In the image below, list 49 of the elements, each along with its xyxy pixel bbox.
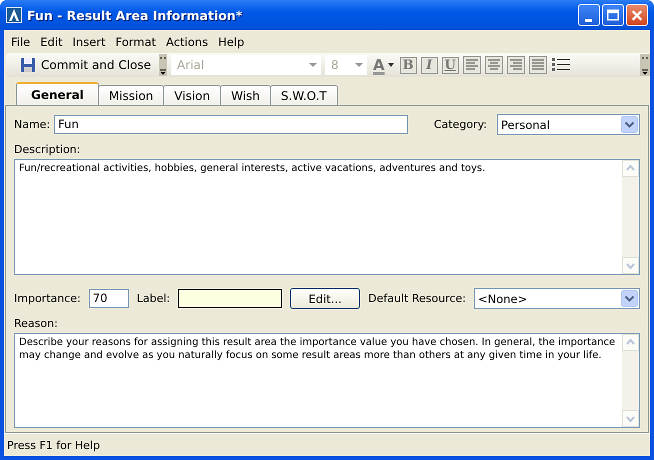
importance-field[interactable]: 70 [88,289,129,308]
reason-field[interactable]: Describe your reasons for assigning this result area the importance value you have chosen. In general, the importance may change and evolve as you naturally focus on some result areas more than others at any given time in your life. [14,333,640,428]
status-text: Press F1 for Help [7,438,100,452]
align-center-icon[interactable] [484,56,503,74]
description-field[interactable]: Fun/recreational activities, hobbies, general interests, active vacations, adventures and toys. [14,159,640,275]
menu-item[interactable]: Help [213,35,250,49]
tab[interactable]: General [16,82,99,105]
window-title: Fun - Result Area Information* [27,8,244,22]
text-style-button[interactable]: I [420,56,438,74]
label-field[interactable] [178,289,282,308]
default-resource-dropdown[interactable]: <None> [474,288,640,309]
category-dropdown[interactable]: Personal [497,114,640,135]
field-label: Importance: [14,292,81,305]
font-color-button[interactable]: A [371,56,396,74]
toolbar-chevron-icon[interactable] [159,54,168,76]
app-icon [6,7,22,23]
save-icon [20,57,36,73]
tab[interactable]: S.W.O.T [270,85,338,105]
text-style-button[interactable]: U [442,56,459,74]
field-label: Name: [14,118,50,131]
edit-button[interactable]: Edit... [290,288,360,309]
align-left-icon[interactable] [462,56,481,74]
field-label: Category: [434,118,488,131]
minimize-button[interactable] [578,4,600,26]
dropdown-arrow-icon [309,63,318,67]
toolbar-chevron-icon[interactable] [640,54,650,76]
menu-item[interactable]: Format [110,35,162,49]
menu-item[interactable]: Edit [35,35,68,49]
dropdown-arrow-icon [355,63,364,67]
align-right-icon[interactable] [506,56,525,74]
caret-icon [388,63,394,67]
text-style-button[interactable]: B [400,56,417,74]
bullet-list-icon[interactable] [550,56,571,74]
justify-icon[interactable] [528,56,547,74]
menu-item[interactable]: Actions [161,35,214,49]
menu-item[interactable]: Insert [68,35,111,49]
close-button[interactable] [626,4,648,26]
field-label: Reason: [14,317,59,330]
commit-and-close-button[interactable]: Commit and Close [16,54,156,76]
tab[interactable]: Vision [163,85,222,105]
minimize-icon [584,18,592,22]
field-label: Default Resource: [368,292,466,305]
field-label: Label: [136,292,170,305]
name-field[interactable]: Fun [54,115,408,134]
menu-item[interactable]: File [6,35,36,49]
tab[interactable]: Mission [98,85,164,105]
tab[interactable]: Wish [220,85,271,105]
maximize-button[interactable] [602,4,624,26]
field-label: Description: [14,143,82,156]
